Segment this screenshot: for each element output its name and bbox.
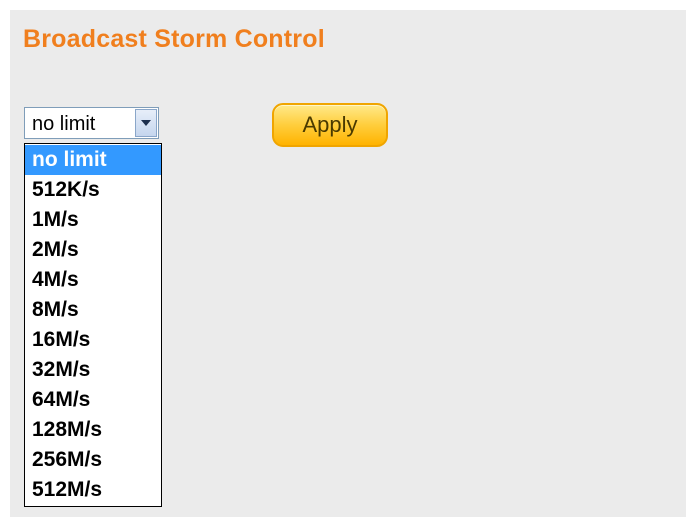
dropdown-option[interactable]: 4M/s [25,265,161,295]
dropdown-option[interactable]: 128M/s [25,415,161,445]
dropdown-option[interactable]: no limit [25,145,161,175]
dropdown-option[interactable]: 32M/s [25,355,161,385]
dropdown-option[interactable]: 256M/s [25,445,161,475]
dropdown-option[interactable]: 8M/s [25,295,161,325]
content-panel: Broadcast Storm Control no limit Apply n… [10,10,686,517]
apply-button[interactable]: Apply [272,103,388,147]
dropdown-option[interactable]: 16M/s [25,325,161,355]
rate-limit-options-list: no limit 512K/s 1M/s 2M/s 4M/s 8M/s 16M/s 32M/s… [24,143,162,507]
page-title: Broadcast Storm Control [23,25,325,53]
dropdown-option[interactable]: 512M/s [25,475,161,505]
dropdown-option[interactable]: 2M/s [25,235,161,265]
chevron-down-icon [141,120,151,126]
rate-limit-select-value: no limit [32,113,96,135]
dropdown-option[interactable]: 512K/s [25,175,161,205]
dropdown-toggle-button[interactable] [135,109,157,137]
rate-limit-select[interactable]: no limit [24,107,159,139]
dropdown-option[interactable]: 1M/s [25,205,161,235]
dropdown-option[interactable]: 64M/s [25,385,161,415]
